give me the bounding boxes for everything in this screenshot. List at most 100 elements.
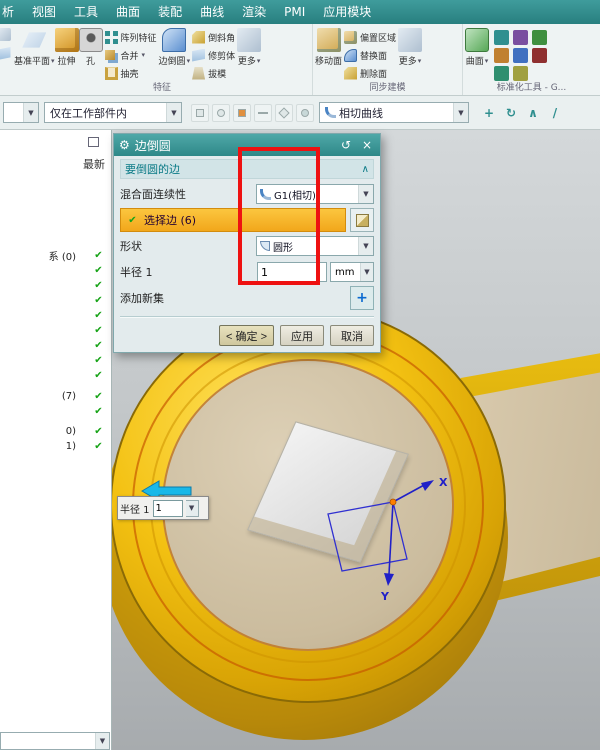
- refresh-path-icon[interactable]: ↻: [502, 104, 520, 122]
- check-icon[interactable]: ✔: [92, 391, 105, 402]
- menu-item-render[interactable]: 渲染: [233, 0, 275, 24]
- float-panel-icon[interactable]: [88, 137, 99, 147]
- edges-section-header[interactable]: 要倒圆的边 ∧: [120, 159, 374, 179]
- snap-icon[interactable]: [191, 103, 209, 122]
- navigator-bottom-combo[interactable]: ▼: [0, 732, 110, 750]
- delete-face-label: 删除面: [360, 69, 388, 80]
- check-icon[interactable]: ✔: [92, 406, 105, 417]
- navigator-row[interactable]: ✔: [0, 338, 111, 353]
- add-new-set-button[interactable]: +: [350, 286, 374, 310]
- collapse-icon[interactable]: ∧: [362, 164, 369, 175]
- solid-face-selector-button[interactable]: [350, 208, 374, 232]
- draft-label: 拔模: [208, 69, 227, 80]
- navigator-row[interactable]: 0) ✔: [0, 424, 111, 439]
- navigator-row[interactable]: ✔: [0, 323, 111, 338]
- datum-plane-label: 基准平面: [14, 57, 51, 67]
- snap-icon[interactable]: [296, 103, 314, 122]
- check-icon[interactable]: ✔: [92, 280, 105, 291]
- gc-toolbox-icon[interactable]: [513, 48, 528, 63]
- navigator-row[interactable]: ✔: [0, 368, 111, 383]
- curve-slash-icon[interactable]: /: [546, 104, 564, 122]
- chamfer-button[interactable]: 倒斜角: [190, 28, 237, 46]
- menu-item-assemblies[interactable]: 装配: [149, 0, 191, 24]
- check-icon[interactable]: ✔: [92, 441, 105, 452]
- close-button[interactable]: ×: [359, 138, 375, 152]
- stop-path-icon[interactable]: ∧: [524, 104, 542, 122]
- continuity-select[interactable]: G1(相切) ▼: [256, 184, 374, 204]
- gc-toolbox-icon[interactable]: [513, 30, 528, 45]
- extrude-button[interactable]: 拉伸: [54, 25, 79, 67]
- gc-toolbox-icon[interactable]: [494, 30, 509, 45]
- clipped-tool-icon[interactable]: [0, 47, 11, 60]
- menu-item-analysis[interactable]: 析: [0, 0, 23, 24]
- trim-body-button[interactable]: 修剪体: [190, 46, 237, 64]
- check-icon[interactable]: ✔: [92, 265, 105, 276]
- replace-face-button[interactable]: 替换面: [342, 46, 398, 64]
- gc-toolbox-icon[interactable]: [513, 66, 528, 81]
- gc-toolbox-icon[interactable]: [494, 48, 509, 63]
- gc-toolbox-icon[interactable]: [532, 48, 547, 63]
- draft-button[interactable]: 拔模: [190, 64, 237, 82]
- navigator-row[interactable]: ✔: [0, 263, 111, 278]
- shell-button[interactable]: 抽壳: [103, 64, 159, 82]
- menu-item-tools[interactable]: 工具: [65, 0, 107, 24]
- unit-select[interactable]: mm ▼: [330, 262, 374, 282]
- shape-select[interactable]: 圆形 ▼: [256, 236, 374, 256]
- curve-rule-combo[interactable]: 相切曲线 ▼: [319, 102, 469, 123]
- check-icon[interactable]: ✔: [92, 250, 105, 261]
- snap-icon[interactable]: [212, 103, 230, 122]
- datum-plane-button[interactable]: 基准平面 ▾: [14, 25, 55, 67]
- snap-icon[interactable]: [254, 103, 272, 122]
- check-icon[interactable]: ✔: [92, 426, 105, 437]
- navigator-row[interactable]: ✔: [0, 353, 111, 368]
- move-face-button[interactable]: 移动面: [315, 25, 342, 67]
- radius-input[interactable]: [257, 262, 327, 282]
- chevron-down-icon[interactable]: ▼: [185, 499, 199, 517]
- reset-button[interactable]: ↺: [338, 138, 354, 152]
- more-features-button[interactable]: 更多 ▾: [237, 25, 262, 67]
- check-icon[interactable]: ✔: [92, 355, 105, 366]
- type-filter-combo[interactable]: ▼: [3, 102, 39, 123]
- onscreen-radius-input[interactable]: [152, 499, 183, 517]
- check-icon[interactable]: ✔: [92, 340, 105, 351]
- check-icon[interactable]: ✔: [92, 295, 105, 306]
- delete-face-button[interactable]: 删除面: [342, 64, 398, 82]
- edge-blend-button[interactable]: 边倒圆 ▾: [159, 25, 190, 67]
- navigator-row[interactable]: ✔: [0, 308, 111, 323]
- navigator-row[interactable]: ✔: [0, 278, 111, 293]
- pattern-feature-button[interactable]: 阵列特征: [103, 28, 159, 46]
- gc-toolbox-icon[interactable]: [494, 66, 509, 81]
- snap-icon[interactable]: [275, 103, 293, 122]
- menu-item-surface[interactable]: 曲面: [107, 0, 149, 24]
- more-synchronous-button[interactable]: 更多 ▾: [398, 25, 423, 67]
- selection-scope-combo[interactable]: 仅在工作部件内 ▼: [44, 102, 182, 123]
- select-edge-row[interactable]: ✔ 选择边 (6): [120, 208, 346, 232]
- menu-item-view[interactable]: 视图: [23, 0, 65, 24]
- add-path-icon[interactable]: +: [480, 104, 498, 122]
- menu-item-pmi[interactable]: PMI: [275, 0, 314, 24]
- cancel-button[interactable]: 取消: [330, 325, 374, 346]
- gc-toolbox-grid: [489, 25, 548, 81]
- unite-button[interactable]: 合并 ▾: [103, 46, 159, 64]
- dialog-title-bar[interactable]: ⚙ 边倒圆 ↺ ×: [114, 134, 380, 156]
- menu-item-curve[interactable]: 曲线: [191, 0, 233, 24]
- menu-item-application[interactable]: 应用模块: [314, 0, 380, 24]
- apply-button[interactable]: 应用: [280, 325, 324, 346]
- check-icon[interactable]: ✔: [92, 370, 105, 381]
- clipped-tool-icon[interactable]: [0, 28, 11, 41]
- navigator-row[interactable]: 系 (0) ✔: [0, 248, 111, 263]
- check-icon[interactable]: ✔: [92, 310, 105, 321]
- offset-region-button[interactable]: 偏置区域: [342, 28, 398, 46]
- hole-button[interactable]: 孔: [78, 25, 103, 67]
- surface-button[interactable]: 曲面 ▾: [465, 25, 489, 67]
- navigator-row[interactable]: (7) ✔: [0, 389, 111, 404]
- gc-toolbox-icon[interactable]: [532, 30, 547, 45]
- navigator-row[interactable]: ✔: [0, 293, 111, 308]
- navigator-row[interactable]: ✔: [0, 404, 111, 419]
- navigator-column-header[interactable]: 最新: [83, 156, 105, 172]
- navigator-row[interactable]: 1) ✔: [0, 439, 111, 454]
- check-icon[interactable]: ✔: [92, 325, 105, 336]
- replace-face-icon: [344, 48, 358, 62]
- snap-icon[interactable]: [233, 103, 251, 122]
- ok-button[interactable]: < 确定 >: [219, 325, 274, 346]
